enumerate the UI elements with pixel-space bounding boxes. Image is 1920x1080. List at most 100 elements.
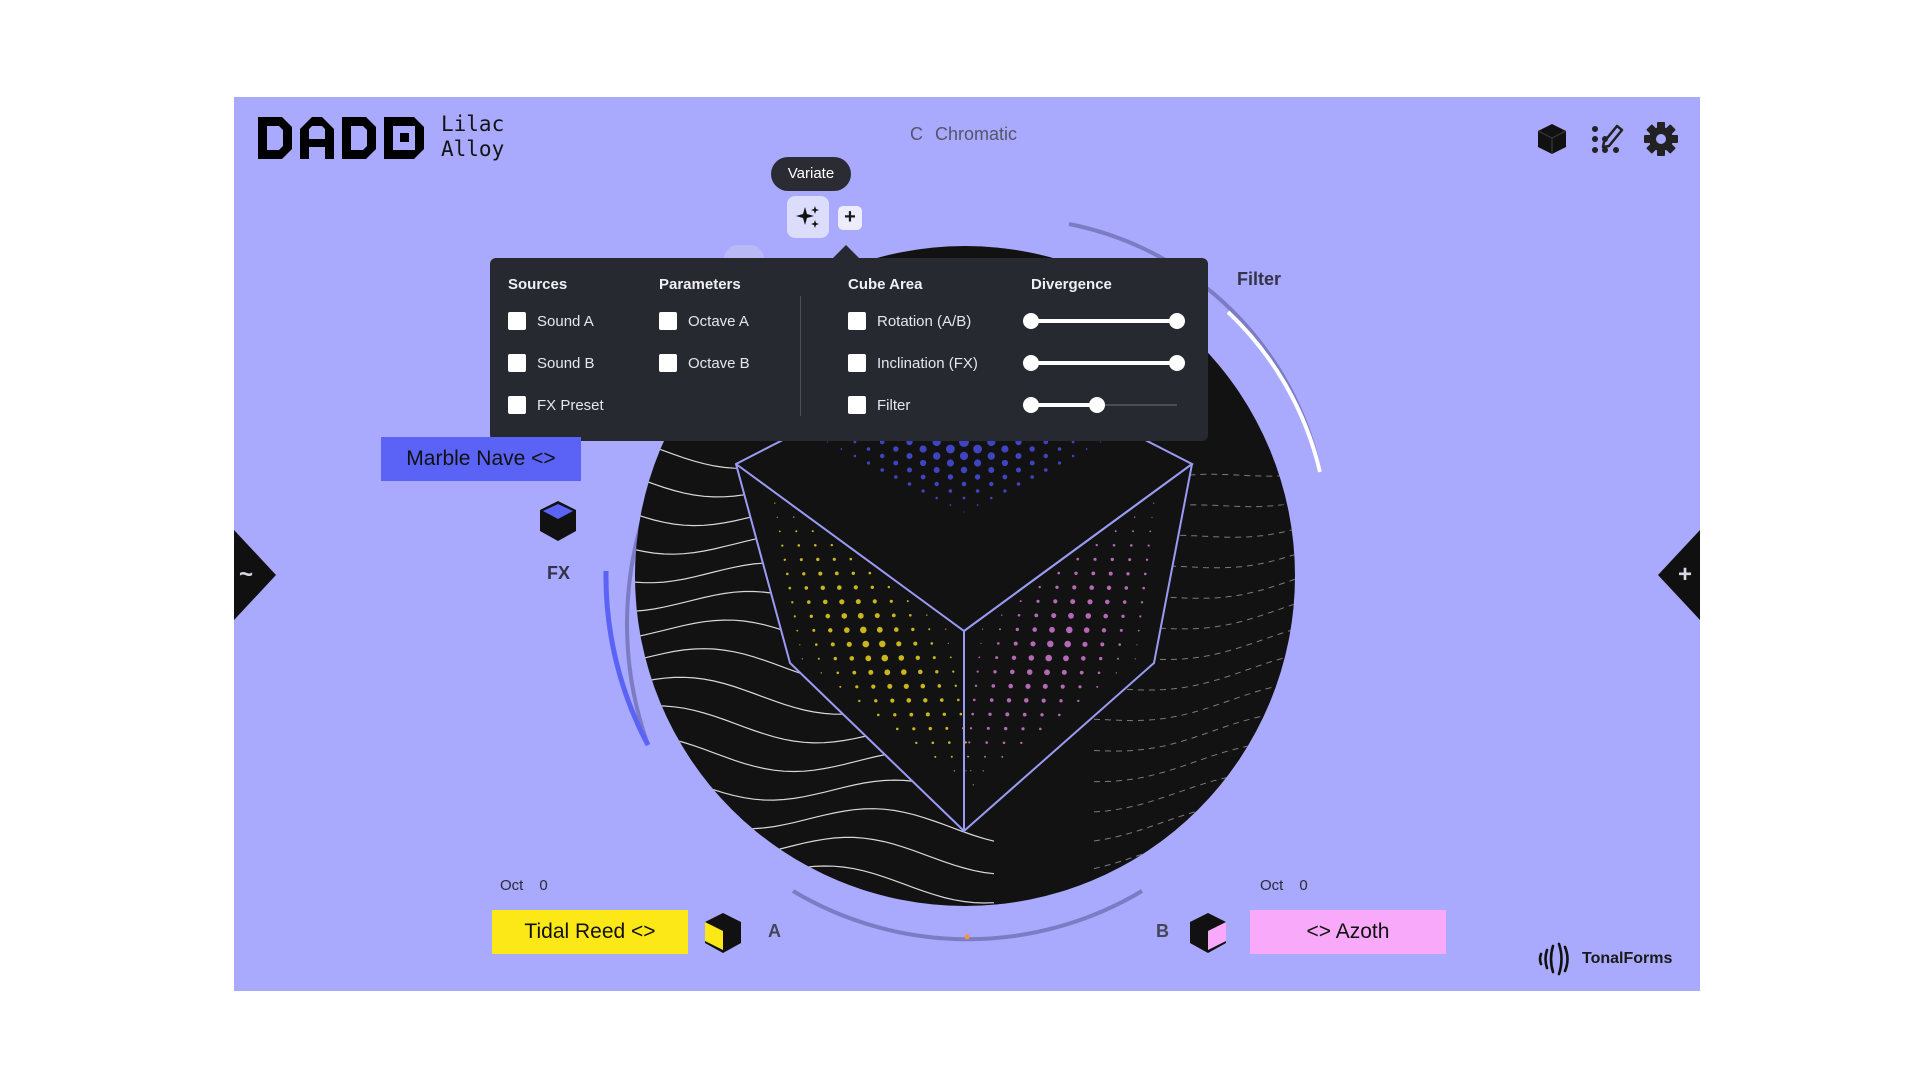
fx-cube-icon[interactable]: [537, 498, 579, 544]
cube-dot: [799, 558, 803, 562]
cube-dot: [844, 627, 850, 633]
cube-dot: [1003, 489, 1007, 493]
scale-selector[interactable]: C Chromatic: [910, 124, 1017, 145]
option-filter[interactable]: Filter: [848, 394, 910, 416]
wave-line-dashed: [1093, 471, 1295, 502]
cube-dot: [1112, 544, 1116, 547]
option-octave-a[interactable]: Octave A: [659, 310, 749, 332]
cube-dot: [795, 530, 798, 533]
sound-b-cube-icon[interactable]: [1187, 910, 1229, 956]
cube-dot: [1001, 445, 1009, 453]
cube-dot: [1105, 599, 1110, 605]
cube-right-face: [964, 464, 1192, 831]
checkbox[interactable]: [508, 396, 526, 414]
cube-dot: [786, 572, 789, 576]
cube-dot: [962, 727, 965, 730]
option-inclination[interactable]: Inclination (FX): [848, 352, 978, 374]
cube-dot: [1095, 543, 1098, 547]
option-octave-b[interactable]: Octave B: [659, 352, 750, 374]
checkbox[interactable]: [659, 312, 677, 330]
wave-line-dashed: [1093, 772, 1295, 813]
cube-dot: [935, 496, 938, 500]
octave-b[interactable]: Oct 0: [1260, 877, 1308, 894]
wave-line: [635, 648, 995, 687]
cube-dot: [1071, 440, 1075, 444]
cube-dot: [857, 612, 864, 619]
wave-line-dashed: [1093, 651, 1295, 691]
variate-add-button[interactable]: +: [838, 206, 862, 230]
preset-name-line1[interactable]: Lilac: [441, 112, 504, 136]
cube-dot: [839, 685, 842, 688]
checkbox[interactable]: [508, 354, 526, 372]
cube-dot: [814, 544, 817, 547]
cube-dot: [985, 741, 988, 744]
cube-icon[interactable]: [1532, 119, 1572, 159]
edit-grid-icon[interactable]: [1587, 119, 1627, 159]
option-fx-preset[interactable]: FX Preset: [508, 394, 604, 416]
cube-dot: [960, 466, 968, 474]
cube-dot: [1021, 727, 1025, 731]
checkbox[interactable]: [848, 354, 866, 372]
cube-dot: [1049, 626, 1055, 633]
plugin-window: Lilac Alloy C Chromatic Variate + Source…: [234, 97, 1700, 991]
cube-dot: [923, 698, 928, 703]
cube-dot: [911, 627, 915, 632]
cube-dot: [830, 642, 835, 647]
cube-dot: [796, 629, 799, 632]
cube-dot: [890, 698, 895, 703]
cube-dot: [1015, 627, 1019, 632]
cube-dot: [1001, 459, 1009, 467]
wave-line: [635, 793, 995, 842]
divergence-slider-inclination[interactable]: [1023, 355, 1185, 371]
settings-gear-icon[interactable]: [1641, 119, 1681, 159]
cube-dot: [1068, 612, 1074, 619]
cube-dot: [811, 530, 814, 533]
cube-dot: [801, 658, 803, 660]
cube-dot: [965, 770, 967, 772]
checkbox[interactable]: [848, 396, 866, 414]
cube-dot: [855, 685, 859, 689]
option-rotation[interactable]: Rotation (A/B): [848, 310, 971, 332]
sound-a-letter: A: [768, 921, 781, 941]
divergence-slider-filter[interactable]: [1023, 397, 1177, 413]
cube-dot: [1077, 699, 1080, 703]
option-sound-b[interactable]: Sound B: [508, 352, 595, 374]
option-sound-a[interactable]: Sound A: [508, 310, 594, 332]
sound-a-preset-selector[interactable]: Tidal Reed <>: [492, 910, 688, 954]
cube-dot: [868, 571, 872, 575]
checkbox[interactable]: [508, 312, 526, 330]
cube-dot: [954, 684, 957, 687]
cube-dot: [920, 683, 926, 689]
checkbox[interactable]: [848, 312, 866, 330]
cube-dot: [1057, 461, 1062, 465]
octave-a[interactable]: Oct 0: [500, 877, 548, 894]
preset-name-line2[interactable]: Alloy: [441, 137, 504, 161]
left-side-tab[interactable]: ~: [234, 530, 276, 620]
cube-dot: [774, 502, 776, 504]
dado-logo: [258, 117, 424, 159]
cube-dot: [839, 599, 845, 605]
cube-dot: [1059, 699, 1063, 703]
cube-dot: [1132, 530, 1134, 533]
variate-button[interactable]: [787, 196, 829, 238]
right-side-tab[interactable]: +: [1658, 530, 1700, 620]
cube-dot: [879, 640, 886, 648]
cube-dot: [877, 713, 880, 717]
divergence-slider-rotation[interactable]: [1023, 313, 1185, 329]
checkbox[interactable]: [659, 354, 677, 372]
cube-dot: [849, 557, 853, 561]
cube-dot: [964, 741, 967, 744]
cube-dot: [918, 669, 923, 675]
option-label: FX Preset: [537, 396, 604, 414]
fx-preset-selector[interactable]: Marble Nave <>: [381, 437, 581, 481]
cube-dot: [906, 698, 912, 703]
filter-label: Filter: [1237, 269, 1282, 289]
cube-dot: [925, 712, 930, 717]
cube-dot: [876, 626, 883, 633]
cube-dot: [1110, 557, 1114, 562]
cube-dot: [834, 571, 839, 576]
fx-ring-value: [603, 570, 651, 747]
sound-b-preset-selector[interactable]: <> Azoth: [1250, 910, 1446, 954]
cube-dot: [1066, 626, 1073, 634]
sound-a-cube-icon[interactable]: [702, 910, 744, 956]
